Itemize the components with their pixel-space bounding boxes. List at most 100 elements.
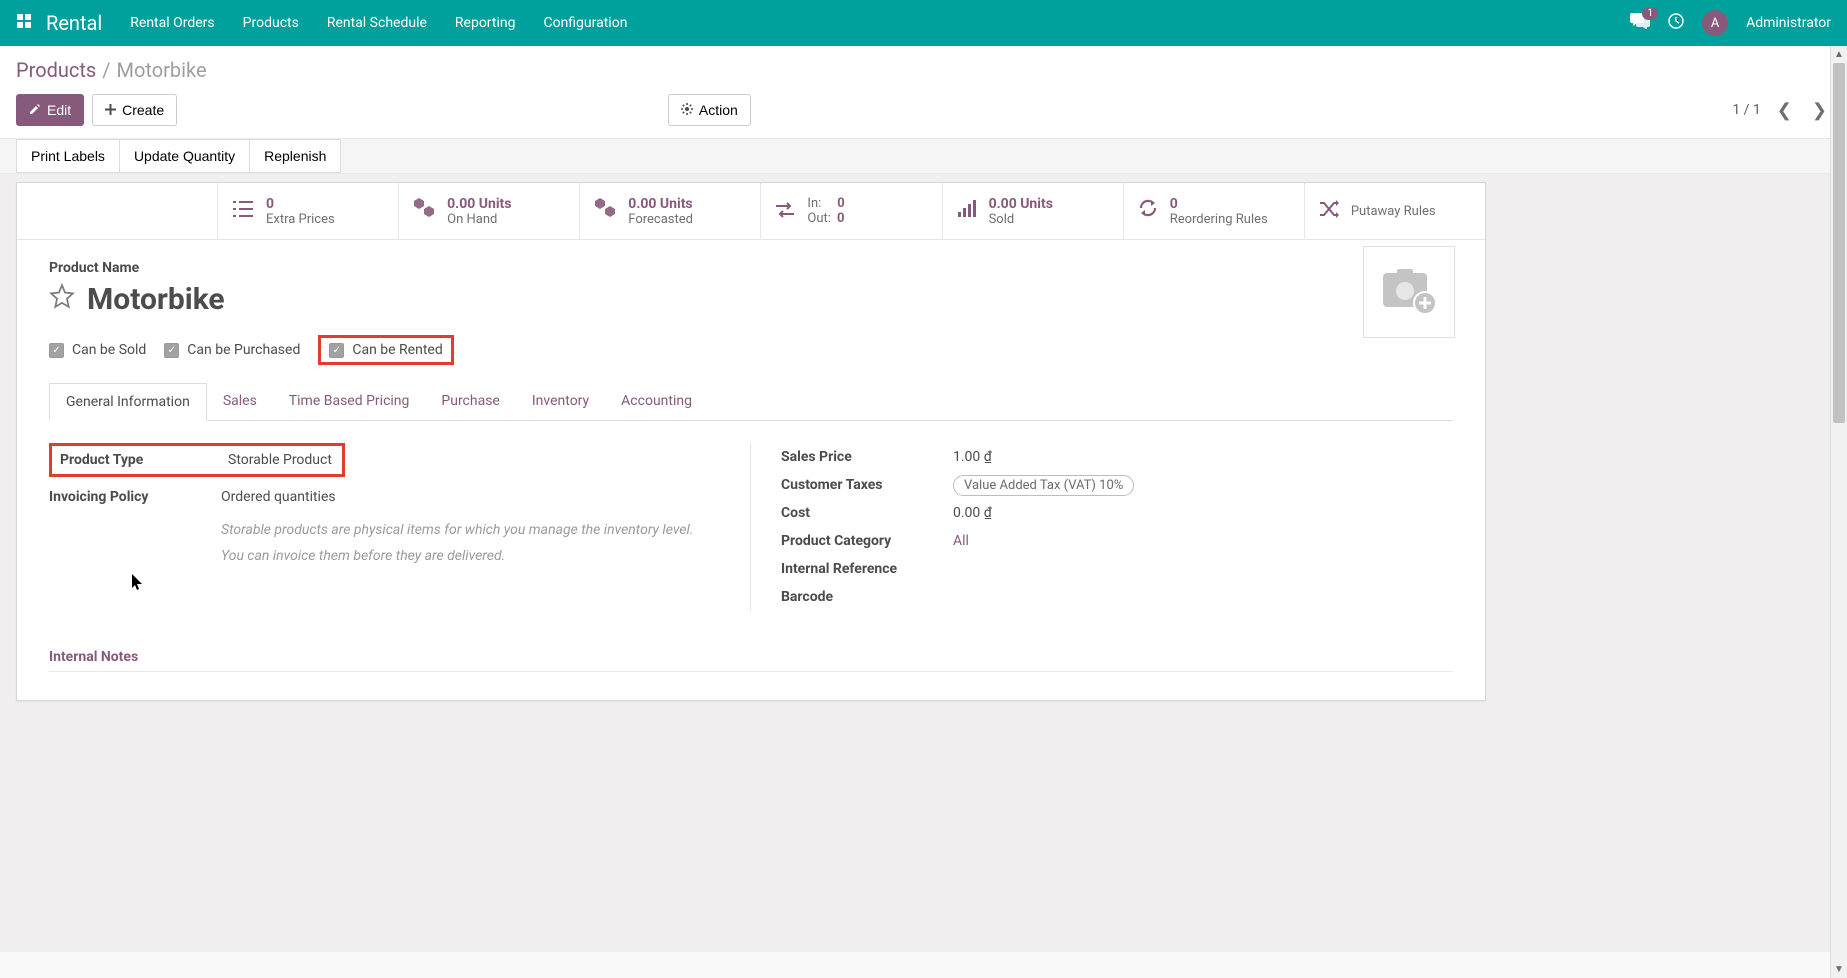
stat-on-hand[interactable]: 0.00 Units On Hand: [398, 183, 579, 239]
print-labels-button[interactable]: Print Labels: [16, 139, 120, 173]
customer-taxes-badge: Value Added Tax (VAT) 10%: [953, 475, 1134, 496]
category-label: Product Category: [781, 533, 953, 549]
stat-on-hand-label: On Hand: [447, 212, 511, 227]
breadcrumb-parent[interactable]: Products: [16, 58, 96, 82]
checkbox-rented[interactable]: ✓: [329, 343, 344, 358]
pager-prev-icon[interactable]: ❮: [1773, 100, 1796, 121]
image-placeholder[interactable]: [1363, 246, 1455, 338]
chat-badge: 1: [1642, 7, 1658, 20]
invoicing-value: Ordered quantities: [221, 489, 721, 505]
checkbox-sold[interactable]: ✓: [49, 343, 64, 358]
check-purchased-label: Can be Purchased: [187, 342, 300, 358]
stat-forecasted-label: Forecasted: [628, 212, 693, 227]
tab-purchase[interactable]: Purchase: [425, 383, 515, 420]
nav-reporting[interactable]: Reporting: [455, 15, 516, 31]
pager-next-icon[interactable]: ❯: [1808, 100, 1831, 121]
product-title: Motorbike: [87, 282, 225, 317]
nav-configuration[interactable]: Configuration: [543, 15, 627, 31]
invoicing-row: Invoicing Policy Ordered quantities: [49, 483, 721, 511]
stat-reordering-value: 0: [1170, 196, 1268, 212]
stat-reordering[interactable]: 0 Reordering Rules: [1123, 183, 1304, 239]
plus-icon: [105, 102, 116, 118]
stat-putaway[interactable]: Putaway Rules: [1304, 183, 1485, 239]
tab-inventory[interactable]: Inventory: [516, 383, 605, 420]
chat-icon[interactable]: 1: [1630, 13, 1650, 34]
title-row: Motorbike: [49, 282, 1453, 317]
tab-accounting[interactable]: Accounting: [605, 383, 708, 420]
replenish-button[interactable]: Replenish: [250, 139, 341, 173]
nav-rental-orders[interactable]: Rental Orders: [130, 15, 214, 31]
apps-icon[interactable]: [16, 13, 32, 34]
bars-icon: [957, 199, 977, 224]
action-label: Action: [699, 102, 738, 118]
tab-time-based-pricing[interactable]: Time Based Pricing: [273, 383, 426, 420]
brand-label[interactable]: Rental: [46, 11, 102, 35]
tab-general-information[interactable]: General Information: [49, 383, 207, 421]
internal-notes-header: Internal Notes: [49, 649, 1453, 672]
check-purchased: ✓ Can be Purchased: [164, 342, 300, 358]
stat-in-value: 0: [837, 196, 844, 211]
stat-spacer: [17, 183, 217, 239]
scrollbar[interactable]: ▲ ▼: [1830, 46, 1847, 978]
breadcrumb: Products / Motorbike: [0, 46, 1847, 90]
stat-extra-prices[interactable]: 0 Extra Prices: [217, 183, 398, 239]
avatar[interactable]: A: [1702, 10, 1728, 36]
sales-price-label: Sales Price: [781, 449, 953, 465]
refresh-icon: [1138, 198, 1158, 224]
clock-icon[interactable]: [1668, 13, 1684, 33]
nav-rental-schedule[interactable]: Rental Schedule: [327, 15, 427, 31]
edit-label: Edit: [47, 102, 71, 118]
topbar: Rental Rental Orders Products Rental Sch…: [0, 0, 1847, 46]
scroll-down-icon[interactable]: ▼: [1831, 961, 1847, 978]
star-icon[interactable]: [49, 283, 75, 316]
create-button[interactable]: Create: [92, 94, 177, 126]
scroll-thumb[interactable]: [1833, 63, 1845, 423]
category-value[interactable]: All: [953, 533, 1453, 549]
barcode-label: Barcode: [781, 589, 953, 605]
right-column: Sales Price 1.00 ₫ Customer Taxes Value …: [781, 443, 1453, 611]
stat-forecasted-value: 0.00 Units: [628, 196, 693, 212]
stat-in-out[interactable]: In:0 Out:0: [760, 183, 941, 239]
pager-text: 1 / 1: [1732, 102, 1760, 118]
barcode-row: Barcode: [781, 583, 1453, 611]
check-rented-label: Can be Rented: [352, 342, 442, 358]
category-row: Product Category All: [781, 527, 1453, 555]
checks-row: ✓ Can be Sold ✓ Can be Purchased ✓ Can b…: [49, 335, 1453, 365]
sales-price-value: 1.00 ₫: [953, 449, 1453, 465]
stat-on-hand-value: 0.00 Units: [447, 196, 511, 212]
stat-sold-label: Sold: [989, 212, 1053, 227]
action-button[interactable]: Action: [668, 94, 751, 126]
breadcrumb-sep: /: [102, 58, 110, 82]
list-icon: [232, 199, 254, 224]
internal-ref-value: [953, 561, 1453, 577]
update-quantity-button[interactable]: Update Quantity: [120, 139, 250, 173]
nav-products[interactable]: Products: [243, 15, 299, 31]
stat-reordering-label: Reordering Rules: [1170, 212, 1268, 227]
username-label[interactable]: Administrator: [1746, 15, 1831, 31]
stat-sold-value: 0.00 Units: [989, 196, 1053, 212]
check-sold: ✓ Can be Sold: [49, 342, 146, 358]
edit-button[interactable]: Edit: [16, 94, 84, 126]
checkbox-purchased[interactable]: ✓: [164, 343, 179, 358]
stat-out-label: Out:: [807, 211, 831, 226]
scroll-up-icon[interactable]: ▲: [1831, 46, 1847, 63]
internal-ref-label: Internal Reference: [781, 561, 953, 577]
product-type-highlight: Product Type Storable Product: [49, 443, 345, 477]
sales-price-row: Sales Price 1.00 ₫: [781, 443, 1453, 471]
stat-forecasted[interactable]: 0.00 Units Forecasted: [579, 183, 760, 239]
form-body: Product Name Motorbike ✓ Can be Sold ✓ C…: [17, 240, 1485, 700]
create-label: Create: [122, 102, 164, 118]
help-text-1: Storable products are physical items for…: [49, 519, 721, 541]
invoicing-label: Invoicing Policy: [49, 489, 221, 505]
topbar-right: 1 A Administrator: [1630, 10, 1831, 36]
control-bar: Edit Create Action 1 / 1 ❮ ❯: [0, 90, 1847, 138]
transfer-icon: [775, 199, 795, 224]
tab-body: Product Type Storable Product Invoicing …: [49, 421, 1453, 621]
stat-putaway-label: Putaway Rules: [1351, 204, 1436, 219]
customer-taxes-label: Customer Taxes: [781, 477, 953, 493]
gear-icon: [681, 102, 693, 118]
stat-out-value: 0: [837, 211, 844, 226]
internal-ref-row: Internal Reference: [781, 555, 1453, 583]
stat-sold[interactable]: 0.00 Units Sold: [942, 183, 1123, 239]
tab-sales[interactable]: Sales: [207, 383, 273, 420]
